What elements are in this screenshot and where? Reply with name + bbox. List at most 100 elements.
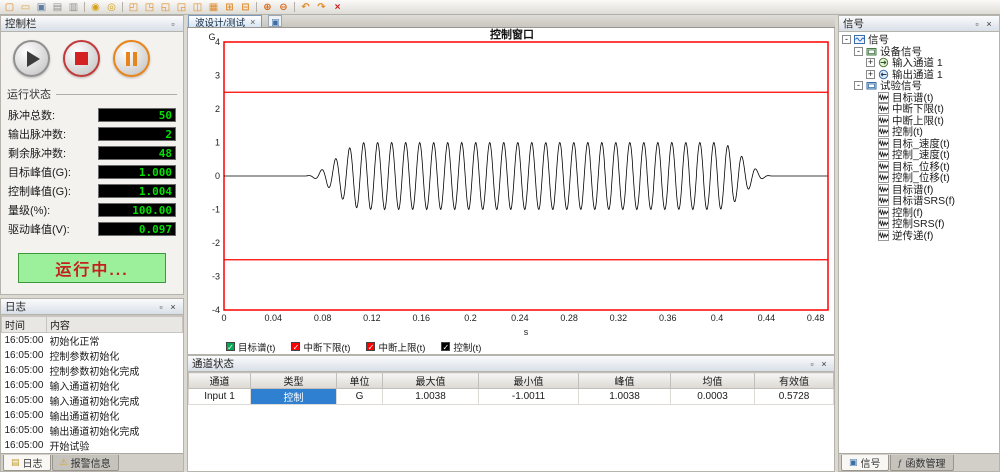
- log-row[interactable]: 16:05:00输出通道初始化完成: [2, 423, 183, 438]
- legend-checkbox[interactable]: ✓: [226, 342, 235, 351]
- status-field-label: 目标峰值(G):: [8, 164, 71, 180]
- signal-tree: -信号-设备信号+输入通道 1+输出通道 1-试验信号目标谱(t)中断下限(t)…: [839, 32, 999, 453]
- toolbar-separator: [84, 2, 85, 12]
- main-toolbar: ▢▭▣▤▥ ◉◎ ◰◳◱◲◫▦⊞⊟ ⊕⊖ ↶↷×: [0, 0, 1000, 15]
- alarm-tab[interactable]: ⚠报警信息: [52, 455, 119, 471]
- legend-label: 目标谱(t): [238, 340, 275, 354]
- stop-button[interactable]: [63, 40, 100, 77]
- new-test-icon[interactable]: ▢: [2, 1, 17, 14]
- waveform-icon: [878, 92, 889, 103]
- log-row[interactable]: 16:05:00控制参数初始化完成: [2, 363, 183, 378]
- waveform-icon: [878, 207, 889, 218]
- log-row[interactable]: 16:05:00输入通道初始化完成: [2, 393, 183, 408]
- log-row[interactable]: 16:05:00开始试验: [2, 438, 183, 453]
- channel-cell: -1.0011: [479, 389, 579, 405]
- close-test-icon[interactable]: ×: [330, 1, 345, 14]
- layout-single-icon[interactable]: ◰: [126, 1, 141, 14]
- legend-checkbox[interactable]: ✓: [441, 342, 450, 351]
- close-icon[interactable]: ×: [983, 18, 995, 30]
- channel-status-title: 通道状态: [192, 356, 234, 371]
- close-icon[interactable]: ×: [167, 301, 179, 313]
- svg-text:0.24: 0.24: [511, 313, 529, 323]
- collapse-icon[interactable]: -: [842, 35, 851, 44]
- zoom-out-icon[interactable]: ⊖: [276, 1, 291, 14]
- log-table: 时间内容 16:05:00初始化正常16:05:00控制参数初始化16:05:0…: [1, 316, 183, 453]
- channel-row[interactable]: Input 1控制G1.0038-1.00111.00380.00030.572…: [189, 389, 834, 405]
- print-icon[interactable]: ▥: [66, 1, 81, 14]
- save-icon[interactable]: ▣: [34, 1, 49, 14]
- channel-column-header[interactable]: 均值: [671, 373, 755, 389]
- safety-settings-icon[interactable]: ◎: [104, 1, 119, 14]
- layout-rows-icon[interactable]: ◱: [158, 1, 173, 14]
- channel-column-header[interactable]: 通道: [189, 373, 251, 389]
- legend-item[interactable]: ✓中断下限(t): [291, 340, 350, 354]
- window-tile-icon[interactable]: ▦: [206, 1, 221, 14]
- window-cascade-icon[interactable]: ◫: [190, 1, 205, 14]
- channel-column-header[interactable]: 最小值: [479, 373, 579, 389]
- svg-text:0.4: 0.4: [711, 313, 724, 323]
- log-column-header[interactable]: 时间: [2, 317, 47, 333]
- function-manager-tab[interactable]: ƒ函数管理: [890, 455, 954, 471]
- add-chart-icon[interactable]: ⊞: [222, 1, 237, 14]
- legend-checkbox[interactable]: ✓: [291, 342, 300, 351]
- log-column-header[interactable]: 内容: [46, 317, 182, 333]
- channel-column-header[interactable]: 峰值: [579, 373, 671, 389]
- svg-text:0.48: 0.48: [807, 313, 825, 323]
- collapse-icon[interactable]: -: [854, 47, 863, 56]
- collapse-icon[interactable]: -: [854, 81, 863, 90]
- tab-close-icon[interactable]: ×: [250, 17, 255, 27]
- signal-tabbar: ▣信号ƒ函数管理: [839, 453, 999, 471]
- open-project-icon[interactable]: ▭: [18, 1, 33, 14]
- log-row[interactable]: 16:05:00初始化正常: [2, 333, 183, 349]
- expand-icon[interactable]: +: [866, 58, 875, 67]
- device-group-icon: [866, 46, 877, 57]
- document-tab[interactable]: 波设计/测试 ×: [188, 15, 262, 27]
- pin-icon[interactable]: ▫: [155, 301, 167, 313]
- svg-text:-4: -4: [212, 305, 220, 315]
- pin-icon[interactable]: ▫: [971, 18, 983, 30]
- channel-column-header[interactable]: 有效值: [755, 373, 834, 389]
- legend-item[interactable]: ✓控制(t): [441, 340, 481, 354]
- signal-tab[interactable]: ▣信号: [841, 455, 889, 471]
- svg-text:0: 0: [215, 171, 220, 181]
- report-icon[interactable]: ▤: [50, 1, 65, 14]
- layout-quad-icon[interactable]: ◳: [142, 1, 157, 14]
- log-row[interactable]: 16:05:00输出通道初始化: [2, 408, 183, 423]
- log-cell: 16:05:00: [2, 333, 47, 349]
- legend-label: 控制(t): [453, 340, 481, 354]
- svg-text:0.36: 0.36: [659, 313, 677, 323]
- waveform-icon: [878, 230, 889, 241]
- log-tabbar: ▤日志⚠报警信息: [1, 453, 183, 471]
- channel-cell: 控制: [251, 389, 337, 405]
- legend-item[interactable]: ✓中断上限(t): [366, 340, 425, 354]
- legend-checkbox[interactable]: ✓: [366, 342, 375, 351]
- pause-button[interactable]: [113, 40, 150, 77]
- tree-node-waveform[interactable]: 逆传递(f): [839, 230, 999, 242]
- log-tab[interactable]: ▤日志: [3, 455, 51, 471]
- pin-icon[interactable]: ▫: [167, 18, 179, 30]
- lock-icon[interactable]: ◉: [88, 1, 103, 14]
- channel-column-header[interactable]: 类型: [251, 373, 337, 389]
- status-field-row: 控制峰值(G):1.004: [1, 181, 183, 200]
- channel-column-header[interactable]: 单位: [337, 373, 383, 389]
- log-row[interactable]: 16:05:00控制参数初始化: [2, 348, 183, 363]
- undo-icon[interactable]: ↶: [298, 1, 313, 14]
- legend-label: 中断上限(t): [378, 340, 425, 354]
- remove-chart-icon[interactable]: ⊟: [238, 1, 253, 14]
- start-button[interactable]: [13, 40, 50, 77]
- redo-icon[interactable]: ↷: [314, 1, 329, 14]
- status-field-value: 2: [98, 127, 176, 141]
- legend-item[interactable]: ✓目标谱(t): [226, 340, 275, 354]
- pin-icon[interactable]: ▫: [806, 358, 818, 370]
- layout-columns-icon[interactable]: ◲: [174, 1, 189, 14]
- channel-column-header[interactable]: 最大值: [383, 373, 479, 389]
- alarm-tab-icon: ⚠: [60, 457, 68, 468]
- control-chart[interactable]: 控制窗口G43210-1-2-3-400.040.080.120.160.20.…: [188, 28, 835, 340]
- log-row[interactable]: 16:05:00输入通道初始化: [2, 378, 183, 393]
- close-icon[interactable]: ×: [818, 358, 830, 370]
- zoom-in-icon[interactable]: ⊕: [260, 1, 275, 14]
- tab-label: 日志: [23, 455, 43, 470]
- snapshot-icon[interactable]: ▣: [268, 15, 282, 27]
- expand-icon[interactable]: +: [866, 70, 875, 79]
- channel-cell: 1.0038: [579, 389, 671, 405]
